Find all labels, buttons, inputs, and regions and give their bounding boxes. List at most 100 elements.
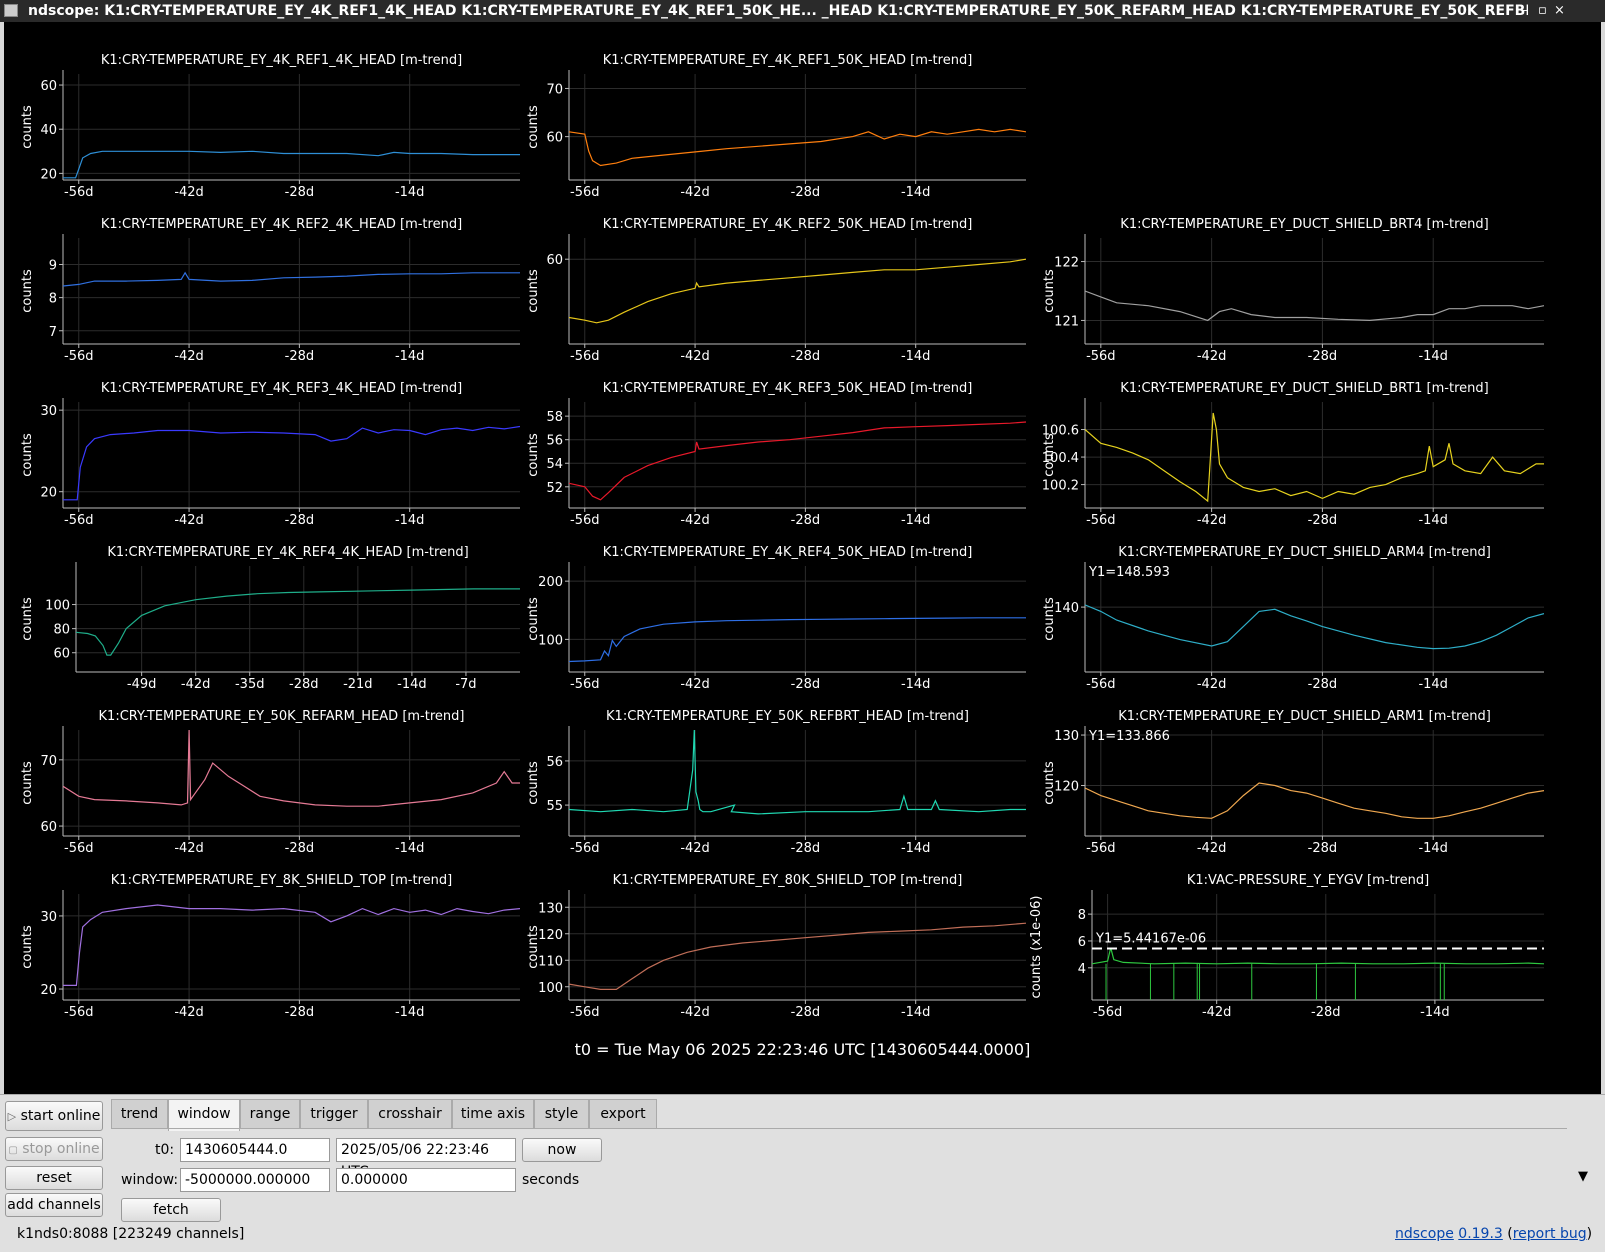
stop-online-button[interactable]: ▢ stop online bbox=[5, 1137, 103, 1161]
paren-close: ) bbox=[1586, 1226, 1593, 1242]
plot-panel[interactable]: K1:VAC-PRESSURE_Y_EYGV [m-trend] -56d -42d… bbox=[1026, 870, 1546, 1030]
window-start-input[interactable]: -5000000.000000 bbox=[180, 1168, 330, 1192]
tab-trigger[interactable]: trigger bbox=[300, 1099, 368, 1129]
plot-panel[interactable]: K1:CRY-TEMPERATURE_EY_4K_REF4_4K_HEAD [m… bbox=[4, 542, 524, 702]
x-tick-label: -14d bbox=[395, 513, 425, 528]
plot-panel[interactable]: K1:CRY-TEMPERATURE_EY_DUCT_SHIELD_BRT4 [… bbox=[1026, 214, 1546, 374]
y-tick-label: 100.2 bbox=[1042, 479, 1079, 494]
x-tick-label: -56d bbox=[1086, 349, 1116, 364]
tab-window[interactable]: window bbox=[168, 1099, 240, 1131]
y-tick-label: 120 bbox=[1054, 780, 1079, 795]
y-axis-label: counts bbox=[526, 269, 541, 313]
x-tick-label: -28d bbox=[791, 677, 821, 692]
window-menu-icon[interactable] bbox=[4, 4, 18, 17]
plot-title: K1:CRY-TEMPERATURE_EY_80K_SHIELD_TOP [m-… bbox=[613, 873, 963, 888]
y-tick-label: 100 bbox=[45, 599, 70, 614]
y-tick-label: 70 bbox=[40, 754, 57, 769]
plot-panel[interactable]: K1:CRY-TEMPERATURE_EY_8K_SHIELD_TOP [m-t… bbox=[4, 870, 524, 1030]
plot-panel[interactable]: K1:CRY-TEMPERATURE_EY_50K_REFARM_HEAD [m… bbox=[4, 706, 524, 866]
x-tick-label: -28d bbox=[791, 841, 821, 856]
t0-utc-input[interactable]: 2025/05/06 22:23:46 UTC bbox=[336, 1138, 516, 1180]
series-line bbox=[76, 588, 520, 656]
x-tick-label: -28d bbox=[791, 349, 821, 364]
tab-crosshair[interactable]: crosshair bbox=[368, 1099, 452, 1129]
series-line bbox=[1092, 947, 1544, 965]
x-tick-label: -56d bbox=[1093, 1005, 1123, 1020]
plot-panel[interactable]: K1:CRY-TEMPERATURE_EY_4K_REF3_4K_HEAD [m… bbox=[4, 378, 524, 538]
now-button[interactable]: now bbox=[522, 1138, 602, 1162]
tab-trend[interactable]: trend bbox=[111, 1099, 168, 1129]
series-line bbox=[63, 271, 520, 287]
plot-panel[interactable]: K1:CRY-TEMPERATURE_EY_4K_REF4_50K_HEAD [… bbox=[510, 542, 1030, 702]
plot-panel[interactable]: K1:CRY-TEMPERATURE_EY_4K_REF3_50K_HEAD [… bbox=[510, 378, 1030, 538]
close-icon[interactable]: × bbox=[1554, 0, 1565, 22]
plot-panel[interactable]: K1:CRY-TEMPERATURE_EY_4K_REF1_50K_HEAD [… bbox=[510, 50, 1030, 210]
x-tick-label: -28d bbox=[791, 513, 821, 528]
series-line bbox=[569, 729, 1026, 815]
stop-icon: ▢ bbox=[8, 1145, 18, 1156]
tab-range[interactable]: range bbox=[240, 1099, 300, 1129]
y-axis-label: counts bbox=[20, 269, 35, 313]
y-axis-label: counts bbox=[20, 105, 35, 149]
start-online-button[interactable]: ▷ start online bbox=[5, 1101, 103, 1131]
y-tick-label: 58 bbox=[546, 410, 563, 425]
start-online-label: start online bbox=[20, 1108, 101, 1124]
x-tick-label: -28d bbox=[285, 513, 315, 528]
x-tick-label: -14d bbox=[395, 841, 425, 856]
t0-gps-input[interactable]: 1430605444.0 bbox=[180, 1138, 330, 1162]
plot-title: K1:CRY-TEMPERATURE_EY_50K_REFBRT_HEAD [m… bbox=[606, 709, 969, 724]
plot-title: K1:CRY-TEMPERATURE_EY_DUCT_SHIELD_ARM1 [… bbox=[1118, 709, 1491, 724]
plot-panel[interactable]: K1:CRY-TEMPERATURE_EY_80K_SHIELD_TOP [m-… bbox=[510, 870, 1030, 1030]
y-tick-label: 54 bbox=[546, 457, 563, 472]
version-link[interactable]: 0.19.3 bbox=[1458, 1226, 1503, 1242]
plot-panel[interactable]: K1:CRY-TEMPERATURE_EY_DUCT_SHIELD_ARM1 [… bbox=[1026, 706, 1546, 866]
y-tick-label: 56 bbox=[546, 434, 563, 449]
plot-panel[interactable]: K1:CRY-TEMPERATURE_EY_DUCT_SHIELD_BRT1 [… bbox=[1026, 378, 1546, 538]
x-tick-label: -28d bbox=[285, 1005, 315, 1020]
x-tick-label: -42d bbox=[174, 185, 204, 200]
x-tick-label: -28d bbox=[1308, 841, 1338, 856]
y-tick-label: 9 bbox=[49, 259, 57, 274]
series-line bbox=[569, 421, 1026, 501]
reset-button[interactable]: reset bbox=[5, 1166, 103, 1190]
ndscope-link[interactable]: ndscope bbox=[1395, 1226, 1454, 1242]
plot-title: K1:CRY-TEMPERATURE_EY_4K_REF2_50K_HEAD [… bbox=[603, 217, 973, 232]
report-bug-link[interactable]: report bug bbox=[1513, 1226, 1587, 1242]
x-tick-label: -14d bbox=[901, 185, 931, 200]
x-tick-label: -14d bbox=[1418, 841, 1448, 856]
series-line bbox=[1085, 604, 1544, 650]
y-tick-label: 100 bbox=[538, 633, 563, 648]
plot-panel[interactable]: K1:CRY-TEMPERATURE_EY_4K_REF2_4K_HEAD [m… bbox=[4, 214, 524, 374]
x-tick-label: -14d bbox=[397, 677, 427, 692]
window-end-input[interactable]: 0.000000 bbox=[336, 1168, 516, 1192]
plot-title: K1:CRY-TEMPERATURE_EY_50K_REFARM_HEAD [m… bbox=[99, 709, 465, 724]
x-tick-label: -7d bbox=[455, 677, 476, 692]
y-axis-label: counts bbox=[526, 105, 541, 149]
tab-style[interactable]: style bbox=[534, 1099, 589, 1129]
plot-panel[interactable]: K1:CRY-TEMPERATURE_EY_4K_REF1_4K_HEAD [m… bbox=[4, 50, 524, 210]
x-tick-label: -42d bbox=[181, 677, 211, 692]
x-tick-label: -42d bbox=[174, 513, 204, 528]
stop-online-label: stop online bbox=[22, 1141, 100, 1157]
x-tick-label: -56d bbox=[570, 1005, 600, 1020]
minimize-icon[interactable]: – bbox=[1522, 0, 1529, 22]
plot-title: K1:CRY-TEMPERATURE_EY_DUCT_SHIELD_BRT1 [… bbox=[1120, 381, 1488, 396]
x-tick-label: -14d bbox=[1418, 677, 1448, 692]
tab-export[interactable]: export bbox=[589, 1099, 657, 1129]
tab-time-axis[interactable]: time axis bbox=[452, 1099, 534, 1129]
y-tick-label: 122 bbox=[1054, 256, 1079, 271]
x-tick-label: -28d bbox=[285, 185, 315, 200]
fetch-button[interactable]: fetch bbox=[121, 1198, 221, 1222]
collapse-arrow-icon[interactable]: ▼ bbox=[1578, 1169, 1588, 1184]
series-line bbox=[1085, 290, 1544, 322]
add-channels-button[interactable]: add channels bbox=[5, 1193, 103, 1217]
plot-panel[interactable]: K1:CRY-TEMPERATURE_EY_50K_REFBRT_HEAD [m… bbox=[510, 706, 1030, 866]
y-axis-label: counts bbox=[1042, 433, 1057, 477]
plot-area[interactable]: K1:CRY-TEMPERATURE_EY_4K_REF1_4K_HEAD [m… bbox=[4, 22, 1601, 1094]
plot-panel[interactable]: K1:CRY-TEMPERATURE_EY_4K_REF2_50K_HEAD [… bbox=[510, 214, 1030, 374]
plot-panel[interactable]: K1:CRY-TEMPERATURE_EY_DUCT_SHIELD_ARM4 [… bbox=[1026, 542, 1546, 702]
x-tick-label: -42d bbox=[680, 1005, 710, 1020]
maximize-icon[interactable]: ▫ bbox=[1538, 0, 1547, 22]
play-icon: ▷ bbox=[7, 1110, 17, 1123]
y-tick-label: 6 bbox=[1078, 935, 1086, 950]
